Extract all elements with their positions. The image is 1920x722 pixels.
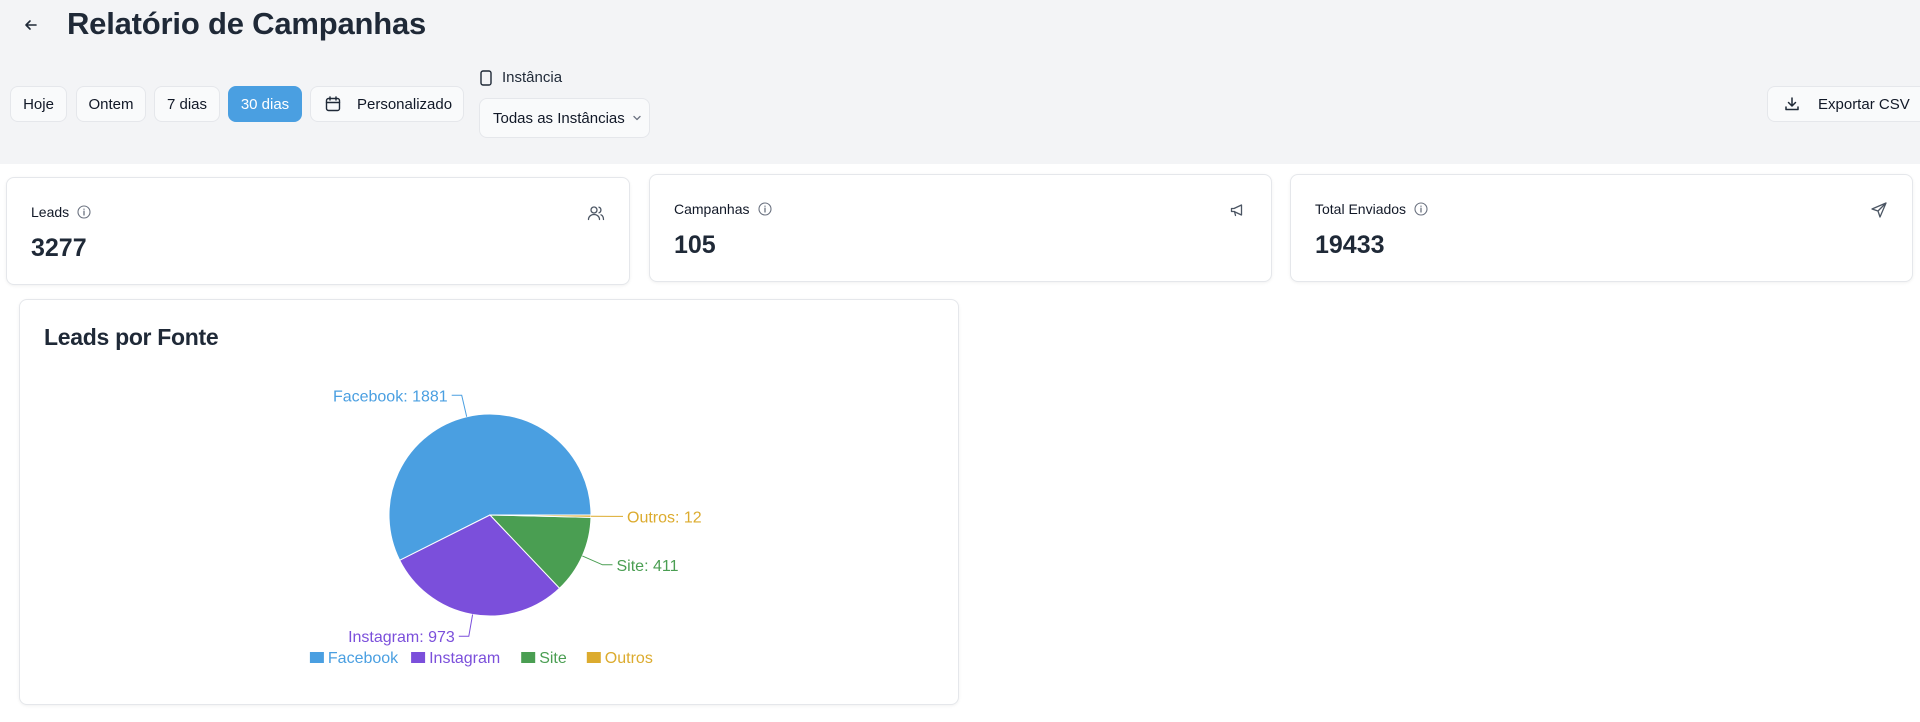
instance-label-text: Instância — [502, 69, 563, 86]
stat-label-text: Leads — [31, 204, 70, 220]
period-7-dias-button[interactable]: 7 dias — [154, 86, 220, 122]
custom-period-button[interactable]: Personalizado — [310, 86, 464, 122]
pie-data-label-instagram: Instagram: 973 — [348, 629, 455, 646]
instance-select-value: Todas as Instâncias — [493, 109, 625, 127]
back-button[interactable] — [18, 12, 44, 38]
stat-label-text: Campanhas — [674, 201, 750, 217]
legend-swatch-outros[interactable] — [586, 652, 601, 663]
smartphone-icon — [480, 69, 492, 86]
chevron-down-icon — [633, 115, 641, 121]
instance-label: Instância — [480, 69, 562, 86]
pie-label-line-facebook — [451, 394, 468, 417]
period-ontem-button[interactable]: Ontem — [76, 86, 146, 122]
legend-label-site[interactable]: Site — [539, 650, 567, 667]
legend-label-outros[interactable]: Outros — [605, 650, 653, 667]
pie-data-label-site: Site: 411 — [617, 558, 679, 575]
arrow-left-icon — [25, 20, 37, 30]
instance-select[interactable]: Todas as Instâncias — [479, 98, 650, 138]
stat-card-total-enviados: Total Enviados 19433 — [1290, 174, 1913, 282]
export-csv-button[interactable]: Exportar CSV — [1767, 86, 1920, 122]
page-title: Relatório de Campanhas — [67, 6, 427, 41]
info-icon[interactable] — [757, 202, 772, 216]
stat-label: Leads — [31, 204, 91, 220]
leads-by-source-pie-chart: Facebook: 1881 Instagram: 973 Site: 411 Out… — [309, 388, 702, 667]
pie-label-line-site — [582, 555, 613, 566]
legend-swatch-instagram[interactable] — [411, 652, 426, 663]
chart-legend: Facebook Instagram Site Outros — [309, 650, 653, 667]
leads-by-source-card: Leads por Fonte Facebook: 1881 Instagram:… — [19, 299, 959, 705]
legend-swatch-facebook[interactable] — [309, 652, 324, 663]
legend-label-instagram[interactable]: Instagram — [429, 650, 500, 667]
info-icon[interactable] — [77, 205, 91, 219]
pie-label-line-instagram — [458, 614, 474, 637]
send-icon — [1871, 202, 1887, 218]
header-section: Relatório de Campanhas Hoje Ontem 7 dias… — [0, 0, 1920, 164]
stat-label-text: Total Enviados — [1315, 201, 1407, 217]
stat-label: Total Enviados — [1315, 201, 1428, 217]
export-csv-label: Exportar CSV — [1818, 95, 1910, 113]
period-hoje-button[interactable]: Hoje — [10, 86, 67, 122]
legend-swatch-site[interactable] — [521, 652, 536, 663]
users-icon — [587, 206, 605, 221]
legend-label-facebook[interactable]: Facebook — [328, 650, 399, 667]
stat-value: 105 — [674, 231, 716, 259]
stat-card-campanhas: Campanhas 105 — [649, 174, 1272, 282]
calendar-icon — [325, 96, 341, 112]
period-30-dias-button[interactable]: 30 dias — [228, 86, 302, 122]
pie-data-label-facebook: Facebook: 1881 — [333, 388, 448, 405]
info-icon[interactable] — [1414, 202, 1428, 216]
stat-value: 3277 — [31, 234, 87, 262]
pie-data-label-outros: Outros: 12 — [627, 509, 702, 526]
stat-label: Campanhas — [674, 201, 772, 217]
stat-card-leads: Leads 3277 — [6, 177, 630, 285]
custom-period-label: Personalizado — [357, 95, 453, 113]
megaphone-icon — [1230, 204, 1243, 217]
stat-value: 19433 — [1315, 231, 1385, 259]
download-icon — [1785, 97, 1799, 111]
